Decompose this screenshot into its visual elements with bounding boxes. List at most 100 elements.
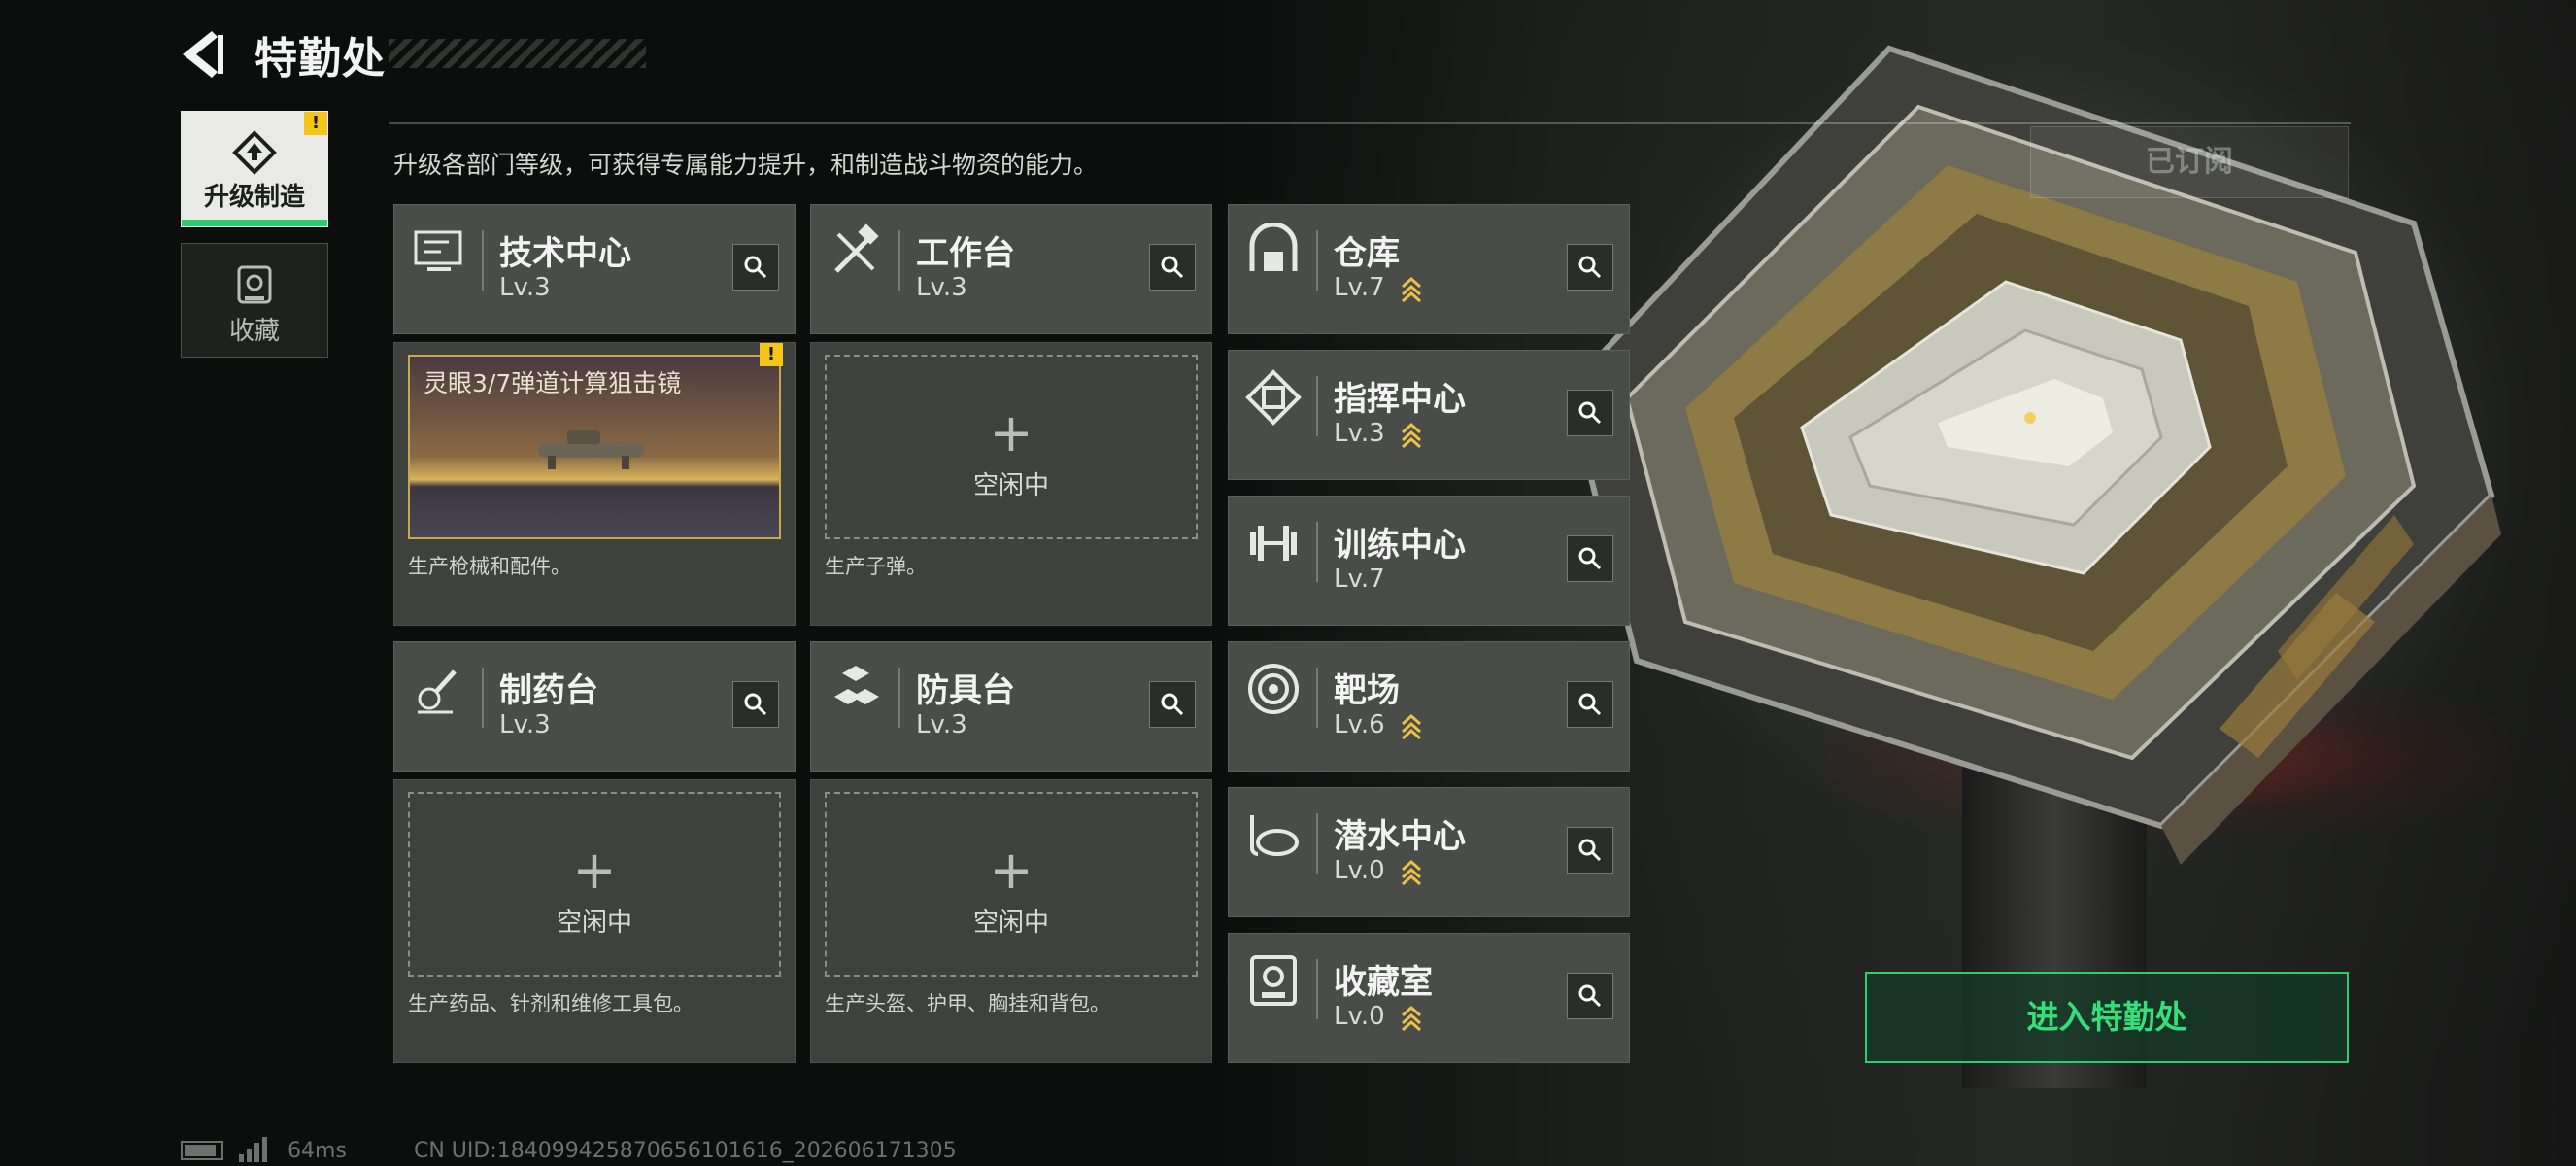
divider (482, 668, 484, 728)
department-name: 收藏室 (1334, 963, 1433, 1002)
tech-center-icon (414, 230, 462, 271)
department-card-armor-bench[interactable]: 防具台 Lv.3 (810, 641, 1212, 772)
department-name: 防具台 (916, 671, 1015, 710)
department-name: 潜水中心 (1334, 817, 1466, 856)
inspect-button[interactable] (1567, 681, 1613, 728)
level-text: Lv.3 (499, 710, 551, 739)
department-name: 工作台 (916, 234, 1015, 273)
armor-bench-icon (834, 666, 879, 704)
production-slot-armor-bench[interactable]: + 空闲中 生产头盔、护甲、胸挂和背包。 (810, 779, 1212, 1063)
department-level: Lv.0 (1334, 1002, 1422, 1031)
sidebar-tab-collection[interactable]: 收藏 (181, 243, 328, 358)
divider (1316, 376, 1318, 436)
ping-indicator: 64ms (288, 1139, 347, 1163)
inspect-button[interactable] (732, 681, 779, 728)
collection-room-icon (1250, 955, 1297, 1006)
inspect-button[interactable] (732, 244, 779, 291)
title-decoration (389, 39, 646, 68)
department-card-diving-center[interactable]: 潜水中心 Lv.0 (1228, 787, 1630, 917)
divider (1316, 522, 1318, 582)
divider (1316, 813, 1318, 874)
level-text: Lv.7 (1334, 565, 1385, 594)
idle-label: 空闲中 (972, 471, 1049, 500)
department-name: 指挥中心 (1334, 380, 1466, 419)
add-icon: + (572, 840, 617, 901)
production-caption: 生产子弹。 (825, 555, 927, 578)
upgrade-available-icon (1401, 422, 1421, 448)
idle-slot[interactable]: + 空闲中 (408, 792, 781, 977)
department-card-training-center[interactable]: 训练中心 Lv.7 (1228, 496, 1630, 626)
inspect-button[interactable] (1149, 681, 1196, 728)
pharmacy-icon (418, 669, 457, 714)
enter-special-ops-button[interactable]: 进入特勤处 (1865, 972, 2349, 1063)
divider (1316, 668, 1318, 728)
inspect-button[interactable] (1567, 827, 1613, 874)
alert-badge: ! (760, 343, 783, 366)
divider (482, 230, 484, 291)
search-icon (1578, 401, 1602, 425)
department-name: 训练中心 (1334, 526, 1466, 565)
department-card-workbench[interactable]: 工作台 Lv.3 (810, 204, 1212, 334)
level-text: Lv.3 (916, 273, 967, 302)
production-slot-pharmacy[interactable]: + 空闲中 生产药品、针剂和维修工具包。 (393, 779, 796, 1063)
divider (1316, 959, 1318, 1019)
production-caption: 生产枪械和配件。 (408, 555, 571, 578)
department-name: 技术中心 (499, 234, 631, 273)
sniper-scope-image (538, 430, 645, 469)
search-icon (1578, 839, 1602, 862)
subscribed-button[interactable]: 已订阅 (2030, 126, 2349, 198)
idle-label: 空闲中 (556, 909, 632, 938)
level-text: Lv.3 (1334, 419, 1385, 448)
section-description: 升级各部门等级，可获得专属能力提升，和制造战斗物资的能力。 (393, 151, 1099, 179)
department-card-command-center[interactable]: 指挥中心 Lv.3 (1228, 350, 1630, 480)
divider (389, 122, 2351, 124)
idle-slot[interactable]: + 空闲中 (825, 355, 1198, 539)
inspect-button[interactable] (1567, 535, 1613, 582)
department-name: 制药台 (499, 671, 598, 710)
inspect-button[interactable] (1149, 244, 1196, 291)
inspect-button[interactable] (1567, 244, 1613, 291)
department-card-tech-center[interactable]: 技术中心 Lv.3 (393, 204, 796, 334)
sidebar-tab-upgrade[interactable]: 升级制造 ! (181, 111, 328, 227)
search-icon (744, 256, 767, 279)
department-card-collection-room[interactable]: 收藏室 Lv.0 (1228, 933, 1630, 1063)
sidebar-tab-label: 升级制造 (203, 183, 305, 212)
back-arrow-icon[interactable] (175, 27, 233, 82)
producing-item[interactable]: 灵眼3/7弹道计算狙击镜 (408, 355, 781, 539)
user-uid: CN UID:18409942587065610161​6_2026061713… (414, 1139, 957, 1163)
department-level: Lv.3 (1334, 419, 1422, 448)
department-card-shooting-range[interactable]: 靶场 Lv.6 (1228, 641, 1630, 772)
signal-icon (239, 1137, 267, 1162)
inspect-button[interactable] (1567, 973, 1613, 1019)
department-level: Lv.3 (916, 710, 967, 739)
idle-slot[interactable]: + 空闲中 (825, 792, 1198, 977)
battery-icon (181, 1141, 223, 1160)
search-icon (1161, 256, 1184, 279)
idle-label: 空闲中 (972, 909, 1049, 938)
level-text: Lv.0 (1334, 1002, 1385, 1031)
upgrade-icon (232, 130, 277, 175)
department-level: Lv.0 (1334, 856, 1422, 885)
collection-icon (237, 265, 272, 304)
department-level: Lv.6 (1334, 710, 1422, 739)
department-name: 仓库 (1334, 234, 1400, 273)
department-card-pharmacy[interactable]: 制药台 Lv.3 (393, 641, 796, 772)
upgrade-available-icon (1401, 1005, 1421, 1031)
upgrade-available-icon (1401, 276, 1421, 302)
department-level: Lv.3 (499, 710, 551, 739)
department-card-warehouse[interactable]: 仓库 Lv.7 (1228, 204, 1630, 334)
search-icon (1578, 693, 1602, 716)
shooting-range-icon (1248, 664, 1299, 714)
department-level: Lv.3 (499, 273, 551, 302)
production-slot-workbench[interactable]: + 空闲中 生产子弹。 (810, 342, 1212, 626)
divider (898, 230, 900, 291)
upgrade-available-icon (1401, 859, 1421, 885)
search-icon (1578, 547, 1602, 570)
inspect-button[interactable] (1567, 390, 1613, 436)
search-icon (1578, 256, 1602, 279)
command-center-icon (1245, 369, 1302, 426)
production-slot-tech-center[interactable]: 灵眼3/7弹道计算狙击镜 ! 生产枪械和配件。 (393, 342, 796, 626)
item-name: 灵眼3/7弹道计算狙击镜 (424, 369, 682, 397)
department-level: Lv.7 (1334, 273, 1422, 302)
training-center-icon (1250, 526, 1297, 561)
